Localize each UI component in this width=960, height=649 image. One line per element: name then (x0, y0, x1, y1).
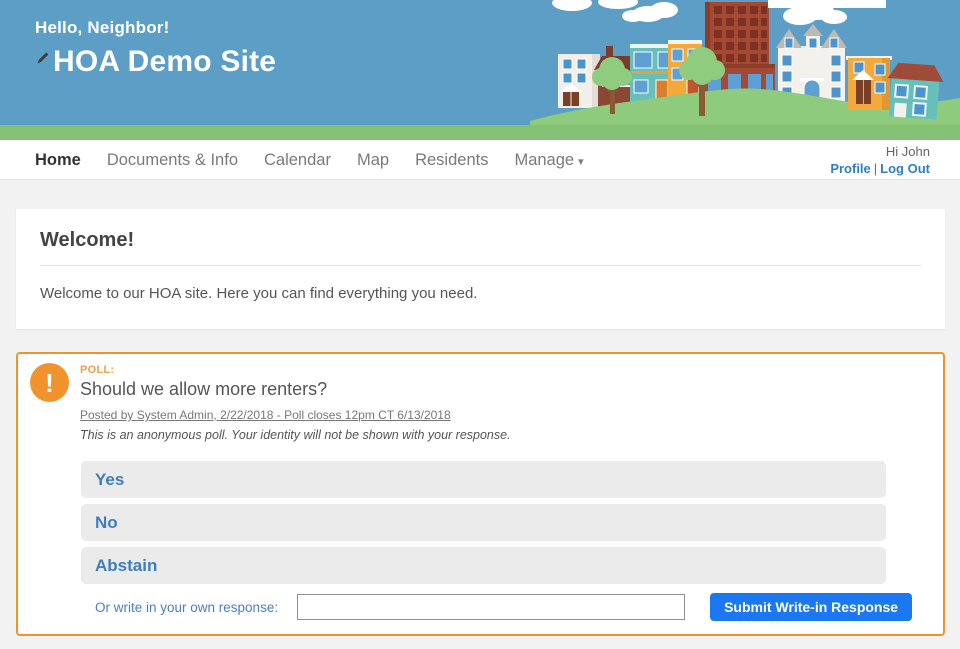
user-greeting: Hi John (830, 144, 930, 161)
link-separator: | (874, 161, 877, 176)
poll-options: Yes No Abstain (81, 461, 886, 584)
nav-item-manage[interactable]: Manage ▾ (514, 151, 583, 170)
poll-label: POLL: (80, 364, 943, 376)
welcome-card: Welcome! Welcome to our HOA site. Here y… (16, 209, 945, 329)
user-links: Profile |Log Out (830, 161, 930, 178)
nav-item-documents-info[interactable]: Documents & Info (107, 151, 238, 170)
nav-user-area: Hi John Profile |Log Out (830, 144, 930, 178)
header-greeting: Hello, Neighbor! (35, 18, 276, 38)
edit-pencil-icon[interactable] (35, 51, 50, 66)
green-divider (0, 125, 960, 140)
welcome-divider (40, 265, 921, 266)
poll-card: ! POLL: Should we allow more renters? Po… (16, 352, 945, 636)
chevron-down-icon: ▾ (578, 156, 584, 168)
profile-link[interactable]: Profile (830, 161, 870, 176)
nav-items: Home Documents & Info Calendar Map Resid… (35, 140, 584, 180)
poll-option-abstain[interactable]: Abstain (81, 547, 886, 584)
building-teal-house (885, 62, 945, 120)
poll-option-yes[interactable]: Yes (81, 461, 886, 498)
nav-item-residents[interactable]: Residents (415, 151, 488, 170)
nav-item-map[interactable]: Map (357, 151, 389, 170)
alert-icon: ! (30, 363, 69, 402)
poll-header: POLL: Should we allow more renters? Post… (80, 364, 943, 442)
write-in-label: Or write in your own response: (95, 600, 278, 615)
nav-item-calendar[interactable]: Calendar (264, 151, 331, 170)
page: Hello, Neighbor! HOA Demo Site Home Docu… (0, 0, 960, 649)
cityscape-illustration (530, 0, 960, 125)
submit-write-in-button[interactable]: Submit Write-in Response (710, 593, 912, 621)
site-header: Hello, Neighbor! HOA Demo Site (0, 0, 960, 125)
poll-option-no[interactable]: No (81, 504, 886, 541)
write-in-row: Or write in your own response: Submit Wr… (95, 593, 943, 621)
site-title: HOA Demo Site (53, 45, 276, 79)
header-white-artifact (768, 0, 886, 8)
poll-anonymous-note: This is an anonymous poll. Your identity… (80, 428, 943, 442)
poll-question: Should we allow more renters? (80, 379, 943, 400)
welcome-body: Welcome to our HOA site. Here you can fi… (40, 285, 921, 302)
building-orange-right (846, 56, 892, 110)
poll-meta-link[interactable]: Posted by System Admin, 2/22/2018 - Poll… (80, 408, 451, 422)
write-in-input[interactable] (297, 594, 685, 620)
welcome-title: Welcome! (40, 229, 921, 252)
nav-item-manage-label: Manage (514, 151, 574, 169)
logout-link[interactable]: Log Out (880, 161, 930, 176)
nav-item-home[interactable]: Home (35, 151, 81, 170)
main-nav: Home Documents & Info Calendar Map Resid… (0, 140, 960, 180)
